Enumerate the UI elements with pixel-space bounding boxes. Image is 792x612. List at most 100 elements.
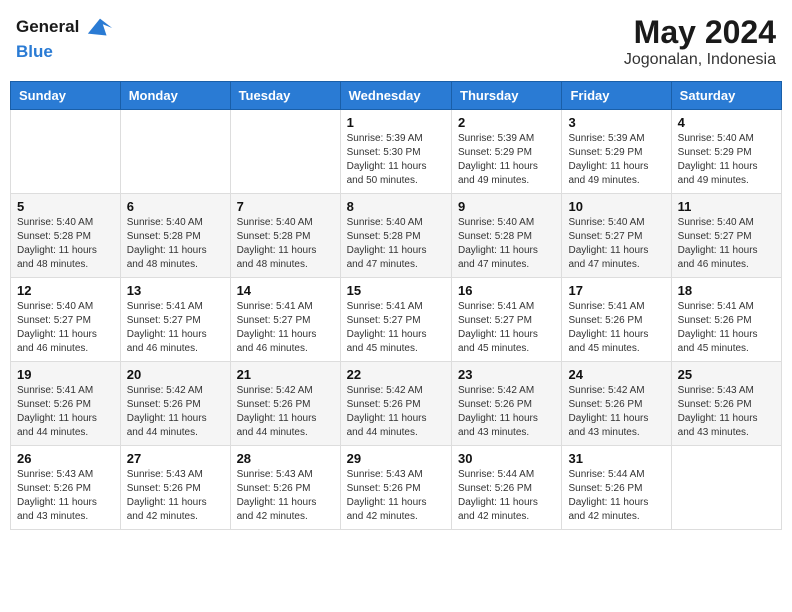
day-info: Sunrise: 5:43 AMSunset: 5:26 PMDaylight:…	[678, 384, 775, 440]
day-number: 23	[458, 367, 555, 382]
calendar-cell: 29 Sunrise: 5:43 AMSunset: 5:26 PMDayligh…	[340, 446, 451, 530]
day-info: Sunrise: 5:41 AMSunset: 5:27 PMDaylight:…	[127, 300, 224, 356]
day-number: 8	[347, 199, 445, 214]
day-number: 1	[347, 115, 445, 130]
calendar-cell: 19Sunrise: 5:41 AMSunset: 5:26 PMDayligh…	[11, 362, 121, 446]
calendar-cell: 20 Sunrise: 5:42 AMSunset: 5:26 PMDayligh…	[120, 362, 230, 446]
calendar-cell	[120, 110, 230, 194]
calendar-cell: 23 Sunrise: 5:42 AMSunset: 5:26 PMDayligh…	[452, 362, 562, 446]
calendar-week-4: 19Sunrise: 5:41 AMSunset: 5:26 PMDayligh…	[11, 362, 782, 446]
day-info: Sunrise: 5:41 AMSunset: 5:26 PMDaylight:…	[568, 300, 664, 356]
day-info: Sunrise: 5:40 AMSunset: 5:27 PMDaylight:…	[17, 300, 114, 356]
calendar-cell: 12 Sunrise: 5:40 AMSunset: 5:27 PMDayligh…	[11, 278, 121, 362]
calendar-cell: 27 Sunrise: 5:43 AMSunset: 5:26 PMDayligh…	[120, 446, 230, 530]
day-number: 29	[347, 451, 445, 466]
calendar-cell	[230, 110, 340, 194]
day-info: Sunrise: 5:40 AMSunset: 5:28 PMDaylight:…	[237, 216, 334, 272]
day-number: 31	[568, 451, 664, 466]
col-saturday: Saturday	[671, 82, 781, 110]
col-thursday: Thursday	[452, 82, 562, 110]
day-number: 6	[127, 199, 224, 214]
calendar-cell: 22Sunrise: 5:42 AMSunset: 5:26 PMDayligh…	[340, 362, 451, 446]
calendar-cell: 11Sunrise: 5:40 AMSunset: 5:27 PMDayligh…	[671, 194, 781, 278]
day-info: Sunrise: 5:41 AMSunset: 5:27 PMDaylight:…	[237, 300, 334, 356]
logo-bird-icon	[86, 14, 114, 42]
logo: General Blue	[16, 14, 114, 62]
day-info: Sunrise: 5:40 AMSunset: 5:28 PMDaylight:…	[127, 216, 224, 272]
calendar-subtitle: Jogonalan, Indonesia	[624, 51, 776, 69]
day-info: Sunrise: 5:40 AMSunset: 5:27 PMDaylight:…	[568, 216, 664, 272]
calendar-cell: 30Sunrise: 5:44 AMSunset: 5:26 PMDayligh…	[452, 446, 562, 530]
day-info: Sunrise: 5:43 AMSunset: 5:26 PMDaylight:…	[17, 468, 114, 524]
calendar-cell: 3 Sunrise: 5:39 AMSunset: 5:29 PMDaylight…	[562, 110, 671, 194]
day-info: Sunrise: 5:43 AMSunset: 5:26 PMDaylight:…	[127, 468, 224, 524]
day-number: 20	[127, 367, 224, 382]
calendar-cell: 16 Sunrise: 5:41 AMSunset: 5:27 PMDayligh…	[452, 278, 562, 362]
title-block: May 2024 Jogonalan, Indonesia	[624, 14, 776, 69]
col-friday: Friday	[562, 82, 671, 110]
day-info: Sunrise: 5:41 AMSunset: 5:26 PMDaylight:…	[17, 384, 114, 440]
day-number: 16	[458, 283, 555, 298]
day-info: Sunrise: 5:43 AMSunset: 5:26 PMDaylight:…	[347, 468, 445, 524]
calendar-cell: 15 Sunrise: 5:41 AMSunset: 5:27 PMDayligh…	[340, 278, 451, 362]
day-number: 26	[17, 451, 114, 466]
day-info: Sunrise: 5:41 AMSunset: 5:27 PMDaylight:…	[347, 300, 445, 356]
calendar-cell: 4 Sunrise: 5:40 AMSunset: 5:29 PMDaylight…	[671, 110, 781, 194]
calendar-cell: 26 Sunrise: 5:43 AMSunset: 5:26 PMDayligh…	[11, 446, 121, 530]
day-number: 25	[678, 367, 775, 382]
col-sunday: Sunday	[11, 82, 121, 110]
day-info: Sunrise: 5:44 AMSunset: 5:26 PMDaylight:…	[568, 468, 664, 524]
day-info: Sunrise: 5:43 AMSunset: 5:26 PMDaylight:…	[237, 468, 334, 524]
calendar-cell: 24Sunrise: 5:42 AMSunset: 5:26 PMDayligh…	[562, 362, 671, 446]
day-number: 18	[678, 283, 775, 298]
day-info: Sunrise: 5:40 AMSunset: 5:29 PMDaylight:…	[678, 132, 775, 188]
logo-line2: Blue	[16, 42, 114, 62]
day-info: Sunrise: 5:40 AMSunset: 5:28 PMDaylight:…	[347, 216, 445, 272]
calendar-cell	[11, 110, 121, 194]
day-number: 15	[347, 283, 445, 298]
day-number: 27	[127, 451, 224, 466]
day-number: 22	[347, 367, 445, 382]
calendar-week-2: 5Sunrise: 5:40 AMSunset: 5:28 PMDaylight…	[11, 194, 782, 278]
calendar-cell: 28Sunrise: 5:43 AMSunset: 5:26 PMDayligh…	[230, 446, 340, 530]
day-info: Sunrise: 5:42 AMSunset: 5:26 PMDaylight:…	[458, 384, 555, 440]
col-tuesday: Tuesday	[230, 82, 340, 110]
calendar-cell: 21 Sunrise: 5:42 AMSunset: 5:26 PMDayligh…	[230, 362, 340, 446]
day-number: 3	[568, 115, 664, 130]
calendar-cell	[671, 446, 781, 530]
calendar-cell: 18 Sunrise: 5:41 AMSunset: 5:26 PMDayligh…	[671, 278, 781, 362]
col-wednesday: Wednesday	[340, 82, 451, 110]
header-row: Sunday Monday Tuesday Wednesday Thursday…	[11, 82, 782, 110]
calendar-table: Sunday Monday Tuesday Wednesday Thursday…	[10, 81, 782, 530]
day-info: Sunrise: 5:41 AMSunset: 5:27 PMDaylight:…	[458, 300, 555, 356]
calendar-cell: 31 Sunrise: 5:44 AMSunset: 5:26 PMDayligh…	[562, 446, 671, 530]
calendar-week-3: 12 Sunrise: 5:40 AMSunset: 5:27 PMDayligh…	[11, 278, 782, 362]
day-number: 21	[237, 367, 334, 382]
day-info: Sunrise: 5:41 AMSunset: 5:26 PMDaylight:…	[678, 300, 775, 356]
day-info: Sunrise: 5:42 AMSunset: 5:26 PMDaylight:…	[237, 384, 334, 440]
calendar-cell: 10 Sunrise: 5:40 AMSunset: 5:27 PMDayligh…	[562, 194, 671, 278]
day-info: Sunrise: 5:42 AMSunset: 5:26 PMDaylight:…	[568, 384, 664, 440]
day-number: 2	[458, 115, 555, 130]
calendar-cell: 2Sunrise: 5:39 AMSunset: 5:29 PMDaylight…	[452, 110, 562, 194]
calendar-title: May 2024	[624, 14, 776, 51]
day-info: Sunrise: 5:40 AMSunset: 5:28 PMDaylight:…	[17, 216, 114, 272]
day-number: 30	[458, 451, 555, 466]
calendar-cell: 14Sunrise: 5:41 AMSunset: 5:27 PMDayligh…	[230, 278, 340, 362]
calendar-cell: 13 Sunrise: 5:41 AMSunset: 5:27 PMDayligh…	[120, 278, 230, 362]
day-info: Sunrise: 5:40 AMSunset: 5:27 PMDaylight:…	[678, 216, 775, 272]
calendar-cell: 25 Sunrise: 5:43 AMSunset: 5:26 PMDayligh…	[671, 362, 781, 446]
page-header: General Blue May 2024 Jogonalan, Indones…	[10, 10, 782, 73]
day-info: Sunrise: 5:39 AMSunset: 5:29 PMDaylight:…	[568, 132, 664, 188]
day-number: 4	[678, 115, 775, 130]
calendar-cell: 6 Sunrise: 5:40 AMSunset: 5:28 PMDaylight…	[120, 194, 230, 278]
day-info: Sunrise: 5:42 AMSunset: 5:26 PMDaylight:…	[127, 384, 224, 440]
calendar-cell: 7Sunrise: 5:40 AMSunset: 5:28 PMDaylight…	[230, 194, 340, 278]
day-number: 12	[17, 283, 114, 298]
day-number: 13	[127, 283, 224, 298]
calendar-cell: 17 Sunrise: 5:41 AMSunset: 5:26 PMDayligh…	[562, 278, 671, 362]
day-number: 10	[568, 199, 664, 214]
day-info: Sunrise: 5:39 AMSunset: 5:30 PMDaylight:…	[347, 132, 445, 188]
calendar-week-5: 26 Sunrise: 5:43 AMSunset: 5:26 PMDayligh…	[11, 446, 782, 530]
day-number: 17	[568, 283, 664, 298]
